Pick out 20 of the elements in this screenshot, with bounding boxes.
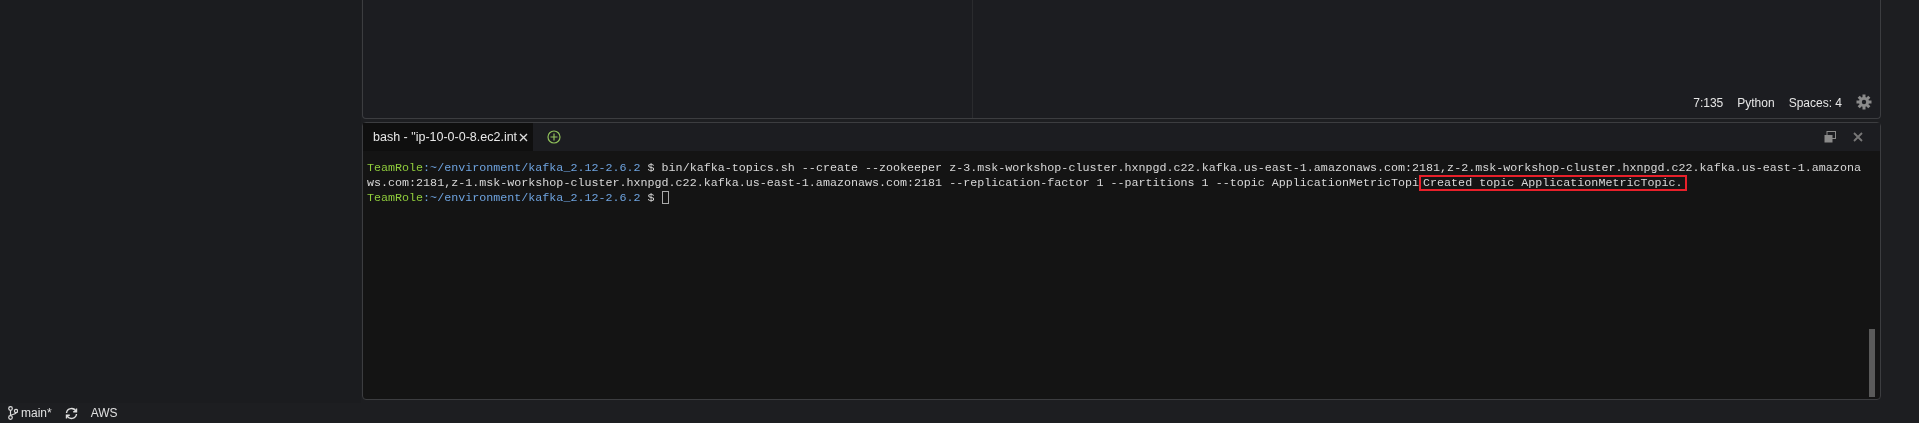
command-text: ws.com:2181,z-1.msk-workshop-cluster.hxnpgd.c22.kafka.us-east-1.amazonaws.com:2181 --replication-factor 1 --partitions 1 --topic ApplicationMetricTopi (367, 175, 1420, 191)
terminal-tab[interactable]: bash - "ip-10-0-0-8.ec2.int (363, 123, 533, 151)
prompt-path: :~/environment/kafka_2.12-2.6.2 (423, 190, 641, 206)
prompt-user: TeamRole (367, 190, 424, 206)
prompt-path: :~/environment/kafka_2.12-2.6.2 (423, 161, 641, 176)
aws-status[interactable]: AWS (90, 406, 118, 420)
settings-icon[interactable] (1856, 94, 1872, 110)
status-item[interactable]: Python (1737, 96, 1775, 110)
command-text: $ bin/kafka-topics.sh --create --zookeeper z-3.msk-workshop-cluster.hxnpgd.c22.kafka.us-east-1.amazonaws.com:2181,z-2.msk-workshop-cluster.hxnpgd.c22.kafka.us-east-1.amazona (646, 161, 1861, 176)
command-text: $ (646, 190, 656, 206)
branch-icon[interactable] (8, 406, 18, 420)
prompt-user: TeamRole (367, 161, 424, 176)
windows-icon[interactable] (1824, 131, 1836, 143)
scrollbar-thumb[interactable] (1869, 329, 1875, 397)
output-text: Created topic ApplicationMetricTopic. (1419, 175, 1687, 192)
status-item[interactable]: 7:135 (1693, 96, 1724, 110)
sync-icon[interactable] (63, 406, 79, 420)
status-item[interactable]: Spaces: 4 (1788, 96, 1842, 110)
branch-name[interactable]: main* (21, 406, 52, 420)
add-icon[interactable] (547, 130, 561, 144)
